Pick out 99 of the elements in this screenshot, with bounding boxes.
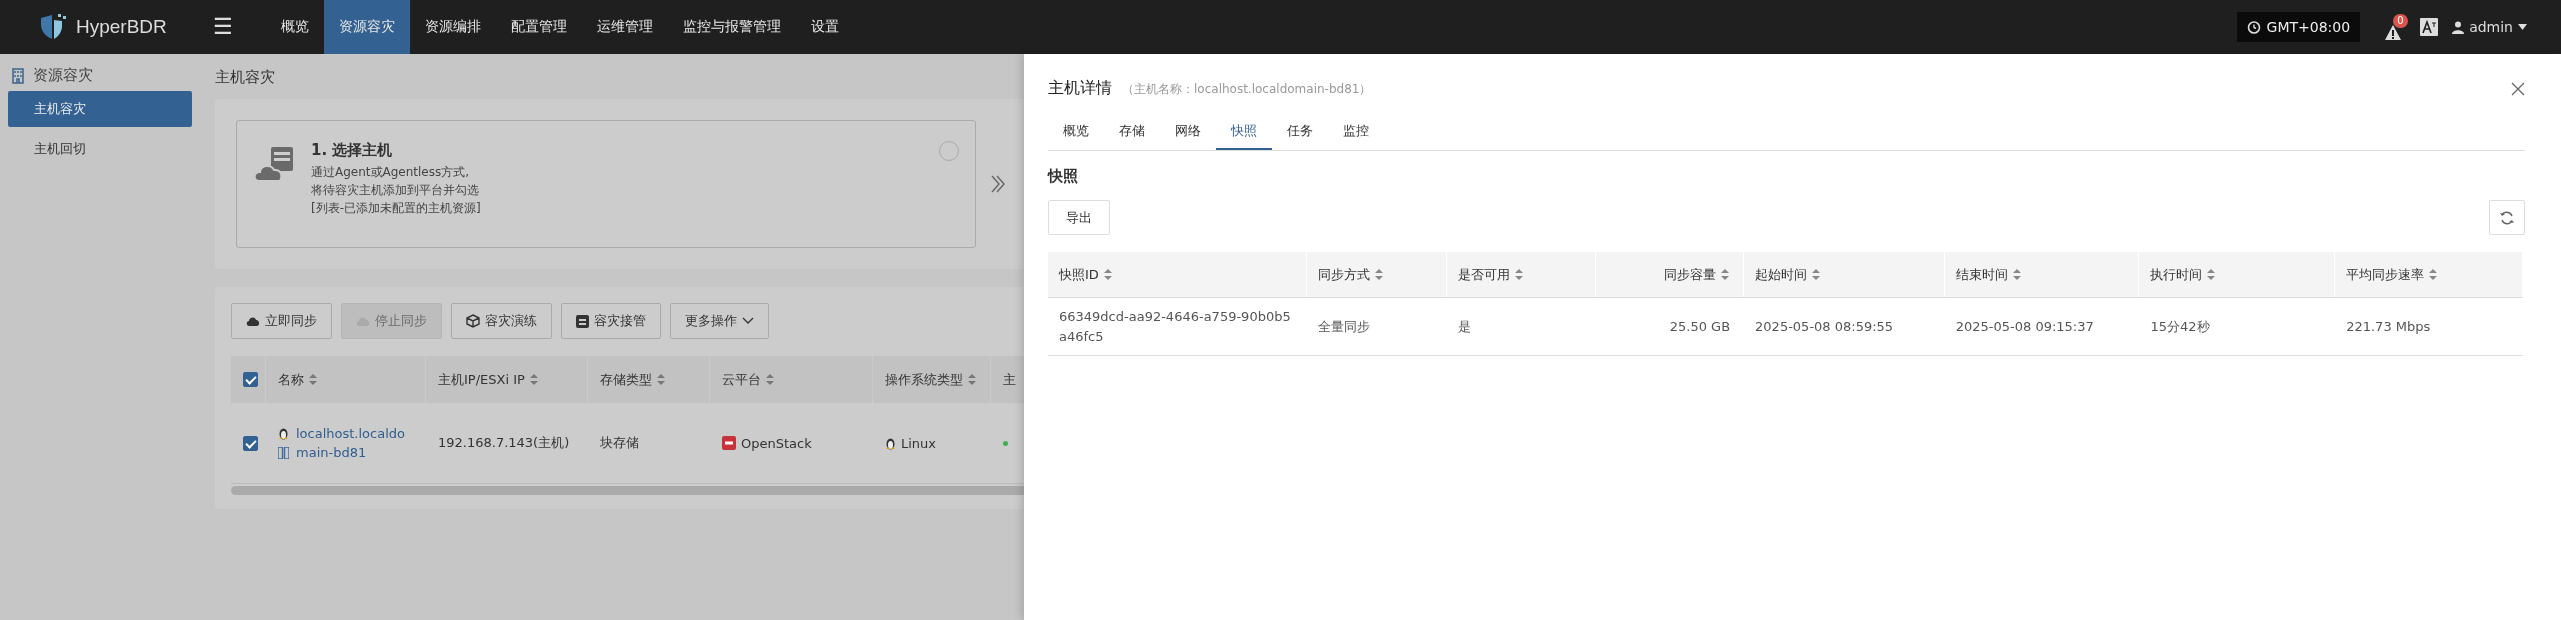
chevron-down-icon [742,317,754,325]
clock-icon [2246,20,2261,34]
building-icon [11,67,25,84]
table-cell: 块存储 [600,434,639,452]
shield-logo-icon [38,12,68,42]
sort-icon[interactable] [1374,269,1383,280]
alert-count-badge: 0 [2393,13,2408,28]
step-title: 1. 选择主机 [311,141,394,160]
sidebar-item[interactable]: 主机容灾 [8,91,192,127]
penguin-icon [885,436,896,450]
table-cell-text: 全量同步 [1317,317,1370,336]
detail-tab[interactable]: 概览 [1048,114,1104,150]
column-header[interactable]: 存储类型 [600,370,652,389]
scrollbar[interactable] [231,486,1024,495]
sort-icon[interactable] [1812,269,1821,280]
refresh-icon [2499,209,2515,226]
nav-tab[interactable]: 资源容灾 [324,0,410,54]
checkbox[interactable] [243,372,258,387]
table-cell-text: 25.50 GB [1669,317,1731,336]
sort-icon[interactable] [657,374,665,385]
user-menu[interactable]: admin [2452,19,2527,35]
column-header[interactable]: 是否可用 [1447,252,1596,297]
detail-tab[interactable]: 网络 [1160,114,1216,150]
sort-icon[interactable] [1103,269,1112,280]
detail-tab[interactable]: 存储 [1104,114,1160,150]
table-cell: 192.168.7.143(主机) [438,434,570,452]
translate-icon[interactable] [2420,18,2439,36]
column-header[interactable]: 平均同步速率 [2335,252,2523,297]
openstack-logo-icon [722,436,736,450]
action-button[interactable]: 容灾接管 [561,303,661,339]
timezone-label: GMT+08:00 [2266,19,2351,35]
caret-icon [2518,24,2527,30]
table-cell-text: 221.73 Mbps [2346,317,2431,336]
user-icon [2452,20,2465,34]
drawer-title: 主机详情 [1048,78,1112,99]
host-name-link[interactable]: main-bd81 [296,445,367,460]
table-cell: OpenStack [741,435,812,451]
table-cell-text: 2025-05-08 08:59:55 [1755,317,1894,336]
sort-icon[interactable] [2207,269,2216,280]
table-cell: Linux [901,435,937,451]
section-title: 快照 [1048,167,1079,186]
action-button[interactable]: 立即同步 [231,303,332,339]
export-button[interactable]: 导出 [1048,200,1110,235]
close-icon[interactable] [2511,82,2525,96]
column-header[interactable]: 结束时间 [1944,252,2140,297]
column-header[interactable]: 起始时间 [1744,252,1945,297]
sort-icon[interactable] [309,374,317,385]
brand-name: HyperBDR [76,16,167,38]
column-header[interactable]: 快照ID [1048,252,1307,297]
step-description: 通过Agent或Agentless方式, [311,164,471,181]
sort-icon[interactable] [529,374,538,385]
table-cell-text: 2025-05-08 09:15:37 [1955,317,2094,336]
refresh-button[interactable] [2489,200,2525,235]
nav-tab[interactable]: 监控与报警管理 [668,0,796,54]
column-header[interactable]: 主 [1003,370,1016,389]
detail-tab[interactable]: 快照 [1216,114,1272,150]
table-cell-text: 15分42秒 [2150,317,2210,336]
drawer-subtitle: （主机名称：localhost.localdomain-bd81） [1122,81,1372,98]
detail-tab[interactable]: 任务 [1272,114,1328,150]
sort-icon[interactable] [968,374,976,385]
sidebar-item[interactable]: 主机回切 [8,131,192,167]
cloud-icon [246,315,260,327]
sort-icon[interactable] [2012,269,2021,280]
column-header[interactable]: 执行时间 [2139,252,2336,297]
nav-tab[interactable]: 配置管理 [496,0,582,54]
server-icon [576,314,589,328]
sort-icon[interactable] [1721,269,1730,280]
penguin-icon [278,427,289,440]
column-header[interactable]: 操作系统类型 [885,370,963,389]
sort-icon[interactable] [2429,269,2438,280]
page-title: 主机容灾 [215,68,275,87]
column-header[interactable]: 同步容量 [1595,252,1745,297]
action-button[interactable]: 更多操作 [670,303,769,339]
step-box[interactable]: 1. 选择主机 通过Agent或Agentless方式, 将待容灾主机添加到平台并勾选 [列表-已添加未配置的主机资源] [236,120,976,248]
alert-button[interactable]: 0 [2384,13,2413,41]
column-header[interactable]: 云平台 [722,370,761,389]
step-description: 将待容灾主机添加到平台并勾选 [311,182,480,199]
table-cell-text: 66349dcd-aa92-4646-a759-90b0b5a46fc5 [1059,307,1292,346]
column-header[interactable]: 名称 [278,370,304,389]
nav-tab[interactable]: 设置 [796,0,854,54]
nav-tab[interactable]: 运维管理 [582,0,668,54]
user-name: admin [2469,19,2513,35]
checkbox[interactable] [243,435,258,451]
status-dot-icon [1003,440,1008,446]
column-header[interactable]: 主机IP/ESXi IP [438,370,525,389]
double-chevron-icon[interactable] [990,174,1006,194]
host-name-link[interactable]: localhost.localdo [296,426,405,441]
column-header[interactable]: 同步方式 [1306,252,1448,297]
nav-tab[interactable]: 资源编排 [410,0,496,54]
timezone-button[interactable]: GMT+08:00 [2236,12,2361,42]
cube-icon [466,314,480,328]
nav-tab[interactable]: 概览 [266,0,324,54]
sidebar-title: 资源容灾 [33,66,93,85]
table-cell-text: 是 [1458,317,1472,336]
step-description: [列表-已添加未配置的主机资源] [311,200,481,217]
sort-icon[interactable] [1515,269,1524,280]
detail-tab[interactable]: 监控 [1328,114,1384,150]
sort-icon[interactable] [766,374,774,385]
action-button[interactable]: 容灾演练 [451,303,552,339]
